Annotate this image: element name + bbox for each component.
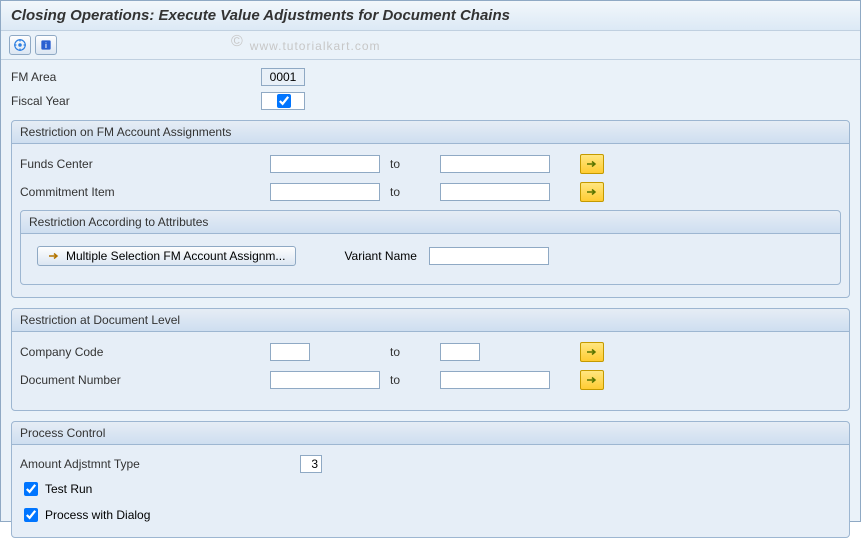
group-fm-assignments: Restriction on FM Account Assignments Fu… bbox=[11, 120, 850, 298]
titlebar: Closing Operations: Execute Value Adjust… bbox=[1, 1, 860, 31]
group-proc-title: Process Control bbox=[12, 422, 849, 445]
body: FM Area Fiscal Year Restriction on FM Ac… bbox=[1, 60, 860, 546]
toolbar: i bbox=[1, 31, 860, 60]
funds-center-to-input[interactable] bbox=[440, 155, 550, 173]
arrow-right-icon bbox=[586, 187, 598, 197]
document-number-label: Document Number bbox=[20, 373, 270, 387]
commitment-item-multi-button[interactable] bbox=[580, 182, 604, 202]
svg-text:i: i bbox=[45, 43, 47, 50]
company-code-from-input[interactable] bbox=[270, 343, 310, 361]
commitment-item-label: Commitment Item bbox=[20, 185, 270, 199]
commitment-item-from-input[interactable] bbox=[270, 183, 380, 201]
window: © www.tutorialkart.com Closing Operation… bbox=[0, 0, 861, 522]
fm-area-input[interactable] bbox=[261, 68, 305, 86]
subgroup-attributes: Restriction According to Attributes Mult… bbox=[20, 210, 841, 285]
amount-type-label: Amount Adjstmnt Type bbox=[20, 457, 300, 471]
doc-number-to-input[interactable] bbox=[440, 371, 550, 389]
to-label: to bbox=[380, 373, 440, 387]
subgroup-attributes-title: Restriction According to Attributes bbox=[21, 211, 840, 234]
funds-center-from-input[interactable] bbox=[270, 155, 380, 173]
to-label: to bbox=[380, 185, 440, 199]
to-label: to bbox=[380, 345, 440, 359]
group-document-level: Restriction at Document Level Company Co… bbox=[11, 308, 850, 411]
test-run-checkbox[interactable] bbox=[24, 482, 38, 496]
fiscal-year-checkbox[interactable] bbox=[277, 94, 291, 108]
execute-button[interactable] bbox=[9, 35, 31, 55]
company-code-multi-button[interactable] bbox=[580, 342, 604, 362]
doc-number-multi-button[interactable] bbox=[580, 370, 604, 390]
test-run-label: Test Run bbox=[45, 482, 92, 496]
page-title: Closing Operations: Execute Value Adjust… bbox=[11, 7, 850, 24]
process-dialog-checkbox[interactable] bbox=[24, 508, 38, 522]
arrow-right-icon bbox=[48, 251, 60, 261]
amount-type-input[interactable] bbox=[300, 455, 322, 473]
multi-select-fm-button[interactable]: Multiple Selection FM Account Assignm... bbox=[37, 246, 296, 266]
multi-select-fm-label: Multiple Selection FM Account Assignm... bbox=[66, 249, 285, 263]
doc-number-from-input[interactable] bbox=[270, 371, 380, 389]
arrow-right-icon bbox=[586, 347, 598, 357]
to-label: to bbox=[380, 157, 440, 171]
arrow-right-icon bbox=[586, 159, 598, 169]
fm-area-label: FM Area bbox=[11, 70, 261, 84]
group-process-control: Process Control Amount Adjstmnt Type Tes… bbox=[11, 421, 850, 538]
funds-center-label: Funds Center bbox=[20, 157, 270, 171]
commitment-item-to-input[interactable] bbox=[440, 183, 550, 201]
info-button[interactable]: i bbox=[35, 35, 57, 55]
variant-name-input[interactable] bbox=[429, 247, 549, 265]
variant-name-label: Variant Name bbox=[344, 249, 416, 263]
company-code-label: Company Code bbox=[20, 345, 270, 359]
fiscal-year-label: Fiscal Year bbox=[11, 94, 261, 108]
info-icon: i bbox=[39, 38, 53, 52]
group-fm-title: Restriction on FM Account Assignments bbox=[12, 121, 849, 144]
arrow-right-icon bbox=[586, 375, 598, 385]
process-dialog-label: Process with Dialog bbox=[45, 508, 150, 522]
group-doc-title: Restriction at Document Level bbox=[12, 309, 849, 332]
company-code-to-input[interactable] bbox=[440, 343, 480, 361]
funds-center-multi-button[interactable] bbox=[580, 154, 604, 174]
execute-icon bbox=[13, 38, 27, 52]
